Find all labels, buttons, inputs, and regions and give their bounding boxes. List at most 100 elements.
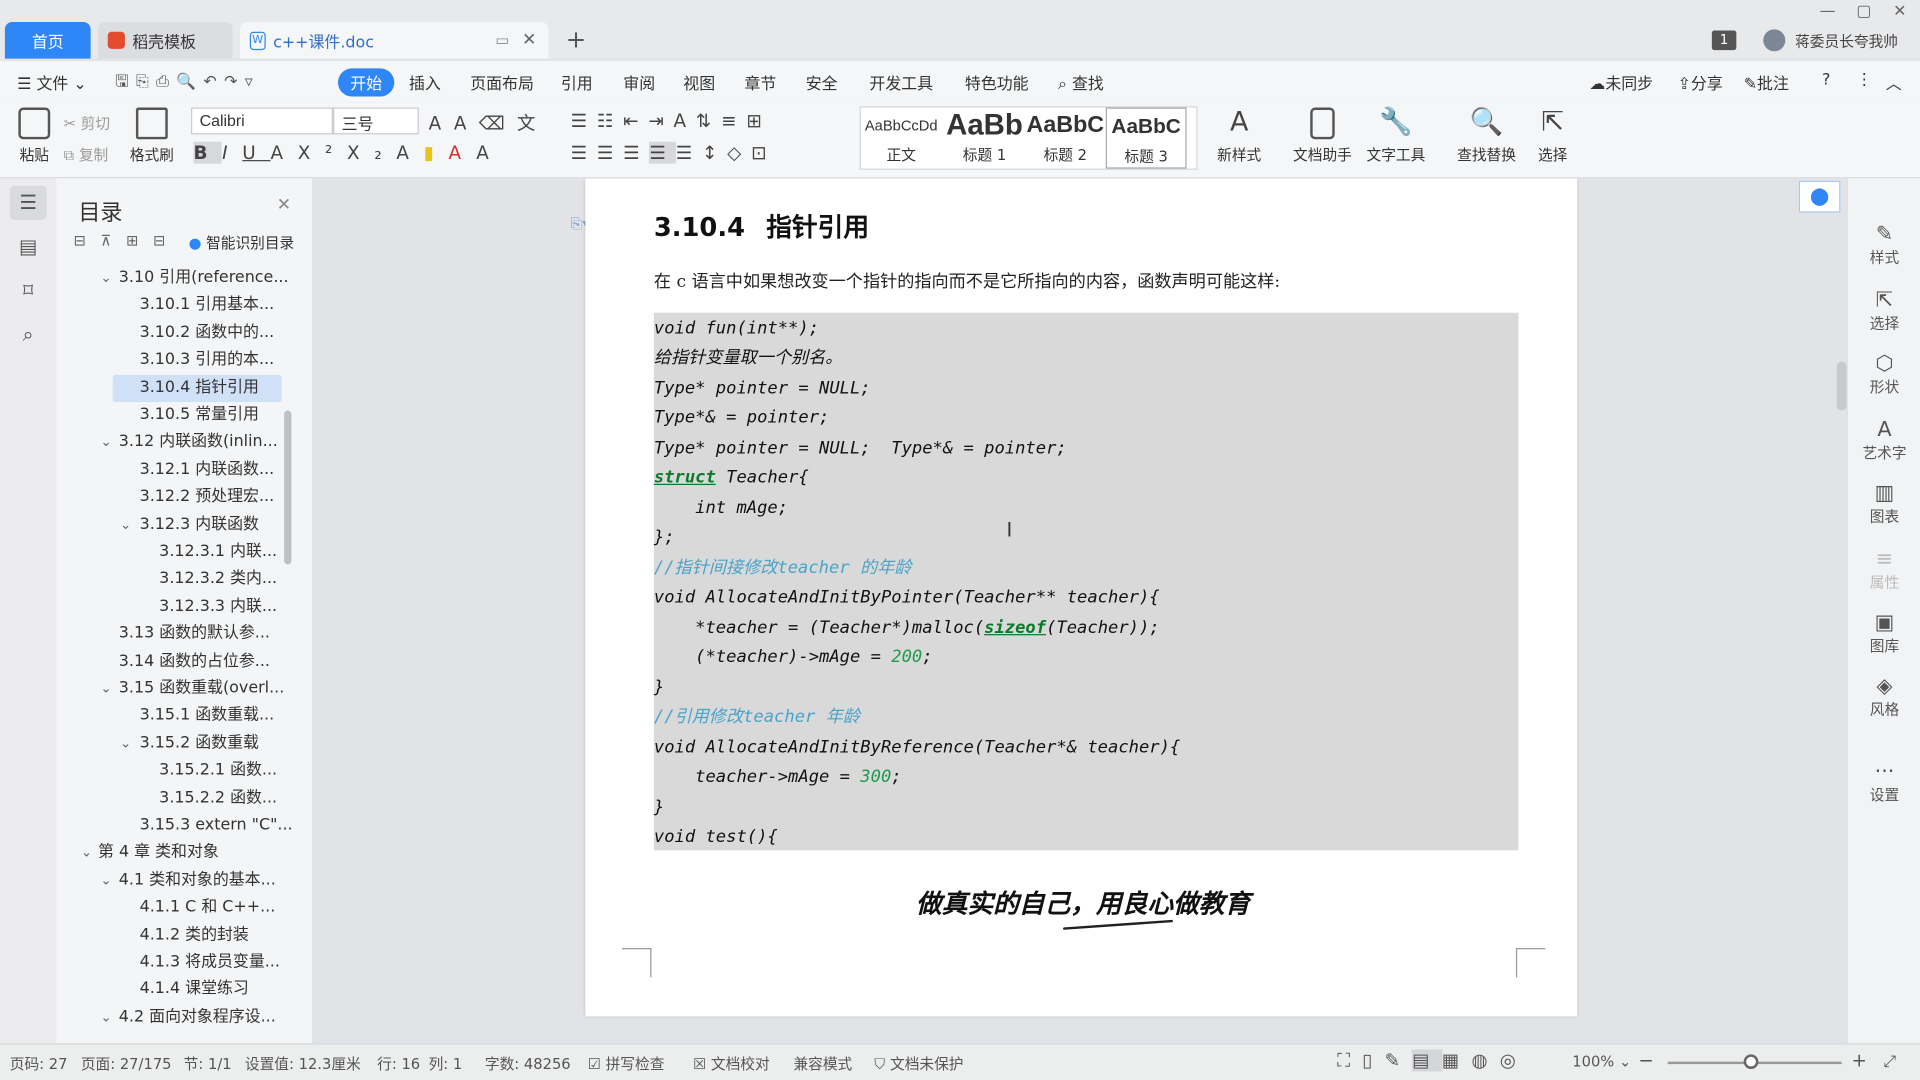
toc-scrollbar[interactable] <box>284 410 292 565</box>
subscript-icon[interactable]: X₂ <box>347 142 396 164</box>
document-scrollbar[interactable] <box>1836 361 1847 411</box>
font-style-buttons[interactable]: BIUAX²X₂A▮AA <box>193 141 503 164</box>
toc-item[interactable]: 3.12 内联函数(inlin... <box>119 431 278 455</box>
web-view-icon[interactable]: ◍ <box>1472 1049 1500 1071</box>
toc-item[interactable]: 3.10.2 函数中的... <box>140 321 275 345</box>
text-direction-icon[interactable]: A <box>674 110 696 132</box>
toc-item[interactable]: 3.15.2.1 函数... <box>159 759 277 783</box>
status-setting[interactable]: 设置值: 12.3厘米 <box>245 1053 361 1074</box>
bookmark-icon[interactable]: ⌑ <box>10 274 47 308</box>
toc-item[interactable]: 4.1 类和对象的基本... <box>119 868 276 892</box>
menu-references[interactable]: 引用 <box>561 71 593 94</box>
find-panel-icon[interactable]: ⌕ <box>10 318 47 352</box>
search-menu[interactable]: ⌕ 查找 <box>1058 71 1104 94</box>
toc-item[interactable]: 4.1.4 课堂练习 <box>140 978 249 1002</box>
expand-all-icon[interactable]: ⊟ <box>73 232 100 249</box>
avatar[interactable] <box>1763 29 1786 52</box>
toc-item[interactable]: 3.14 函数的占位参... <box>119 649 270 673</box>
toc-item[interactable]: 3.10.1 引用基本... <box>140 294 275 318</box>
zoom-level[interactable]: 100% ⌄ <box>1572 1053 1631 1070</box>
find-replace-button[interactable]: 🔍 查找替换 <box>1450 108 1523 165</box>
line-spacing-icon[interactable]: ≡ <box>721 110 746 132</box>
paragraph-buttons-bottom[interactable]: ☰☰☰☰☰↕◇⊡ <box>571 141 777 164</box>
clear-format-icon[interactable]: ⌫ <box>479 112 517 134</box>
copy-button[interactable]: ⧉ 复制 <box>64 144 109 165</box>
rightbar-select[interactable]: ⇱ 选择 <box>1860 288 1909 333</box>
tab-window-icon[interactable]: ▭ <box>496 32 510 49</box>
code-block[interactable]: void fun(int**); 给指针变量取一个别名。 Type* point… <box>653 312 1519 851</box>
tab-home[interactable]: 首页 <box>4 21 91 59</box>
shrink-font-icon[interactable]: A <box>454 112 479 134</box>
rightbar-properties[interactable]: ≡ 属性 <box>1860 547 1909 592</box>
maximize-icon[interactable]: ▢ <box>1856 2 1871 20</box>
share-button[interactable]: ⇪分享 <box>1678 71 1723 94</box>
document-page[interactable]: 3.10.4 指针引用 在 c 语言中如果想改变一个指针的指向而不是它所指向的内… <box>585 178 1578 1017</box>
rightbar-chart[interactable]: ▥ 图表 <box>1860 481 1909 526</box>
style-heading3[interactable]: AaBbC 标题 3 <box>1105 107 1187 169</box>
spacing-icon[interactable]: ↕ <box>702 142 727 164</box>
toc-item[interactable]: 3.15.1 函数重载... <box>140 704 275 728</box>
toc-item[interactable]: 3.10.5 常量引用 <box>140 403 259 427</box>
spell-check-button[interactable]: ☑ 拼写检查 <box>588 1053 665 1074</box>
view-mode-buttons[interactable]: ⛶▯✎▤▦◍◎ <box>1337 1049 1528 1072</box>
new-style-button[interactable]: A 新样式 <box>1207 108 1271 165</box>
toc-item[interactable]: 3.12.3.3 内联... <box>159 595 277 619</box>
more-icon[interactable]: ⋮ <box>1856 71 1872 89</box>
tab-templates[interactable]: 稻壳模板 <box>97 21 233 59</box>
menu-developer[interactable]: 开发工具 <box>869 71 933 94</box>
distribute-icon[interactable]: ☰ <box>676 142 702 164</box>
toc-item[interactable]: 4.1.2 类的封装 <box>140 923 249 947</box>
bullets-icon[interactable]: ☰ <box>571 110 597 132</box>
close-window-icon[interactable]: ✕ <box>1893 2 1906 20</box>
toc-item-current[interactable]: 3.10.4 指针引用 <box>140 376 259 400</box>
style-heading2[interactable]: AaBbC 标题 2 <box>1025 108 1106 169</box>
notification-badge[interactable]: 1 <box>1711 30 1737 51</box>
text-tools-button[interactable]: 🔧 文字工具 <box>1359 108 1432 165</box>
format-painter-button[interactable]: 格式刷 <box>122 107 181 165</box>
location-icon[interactable]: ⬤ <box>1798 180 1841 213</box>
chevron-down-icon[interactable]: ⌄ <box>100 1009 111 1025</box>
chevron-down-icon[interactable]: ⌄ <box>120 735 131 751</box>
toc-item[interactable]: 第 4 章 类和对象 <box>98 841 219 865</box>
toc-item[interactable]: 4.1.1 C 和 C++... <box>140 896 276 920</box>
customize-icon[interactable]: ▿ <box>245 73 260 91</box>
protect-status[interactable]: ⛉ 文档未保护 <box>874 1053 963 1074</box>
char-shading-icon[interactable]: A <box>476 142 503 164</box>
chevron-down-icon[interactable]: ⌄ <box>100 680 111 696</box>
toc-item[interactable]: 3.12.1 内联函数... <box>140 458 275 482</box>
doc-helper-button[interactable]: 文档助手 <box>1288 107 1357 165</box>
toc-item[interactable]: 4.2 面向对象程序设... <box>119 1005 276 1029</box>
fullscreen-icon[interactable]: ⛶ <box>1337 1049 1362 1071</box>
menu-insert[interactable]: 插入 <box>409 71 441 94</box>
export-icon[interactable]: ⎘ <box>136 73 156 91</box>
select-button[interactable]: ⇱ 选择 <box>1526 108 1580 165</box>
cut-button[interactable]: ✂ 剪切 <box>64 112 110 133</box>
phonetic-icon[interactable]: 文 <box>517 112 548 134</box>
chevron-down-icon[interactable]: ⌄ <box>100 872 111 888</box>
toc-panel-icon[interactable]: ☰ <box>9 185 47 220</box>
align-right-icon[interactable]: ☰ <box>623 142 649 164</box>
rightbar-style[interactable]: ✎ 样式 <box>1860 222 1909 267</box>
toc-item[interactable]: 3.12.3 内联函数 <box>140 513 259 537</box>
proofread-button[interactable]: ☒ 文档校对 <box>693 1053 770 1074</box>
chevron-down-icon[interactable]: ⌄ <box>120 516 131 532</box>
sync-status[interactable]: ☁未同步 <box>1589 71 1653 94</box>
text-effect-icon[interactable]: A <box>396 142 423 164</box>
plus-icon[interactable]: + <box>566 24 587 53</box>
collapse-ribbon-icon[interactable]: ︿ <box>1886 71 1902 94</box>
table-icon[interactable]: ⊞ <box>746 110 771 132</box>
outline-view-icon[interactable]: ▦ <box>1442 1049 1472 1071</box>
remove-heading-icon[interactable]: ⊟ <box>153 232 180 249</box>
status-pages[interactable]: 页面: 27/175 <box>81 1053 172 1074</box>
style-normal[interactable]: AaBbCcDd 正文 <box>861 108 942 169</box>
grow-font-icon[interactable]: A <box>429 112 454 134</box>
toc-item[interactable]: 3.15 函数重载(overl... <box>119 677 284 701</box>
font-color-icon[interactable]: A <box>448 142 476 164</box>
toc-item[interactable]: 3.13 函数的默认参... <box>119 622 270 646</box>
toc-item[interactable]: 3.15.3 extern "C"... <box>140 814 293 838</box>
toc-item[interactable]: 3.10 引用(reference... <box>119 266 289 290</box>
menu-start[interactable]: 开始 <box>337 68 395 97</box>
toc-item[interactable]: 3.12.3.2 类内... <box>159 567 277 591</box>
justify-icon[interactable]: ☰ <box>649 141 676 164</box>
toc-item[interactable]: 3.12.3.1 内联... <box>159 540 277 564</box>
